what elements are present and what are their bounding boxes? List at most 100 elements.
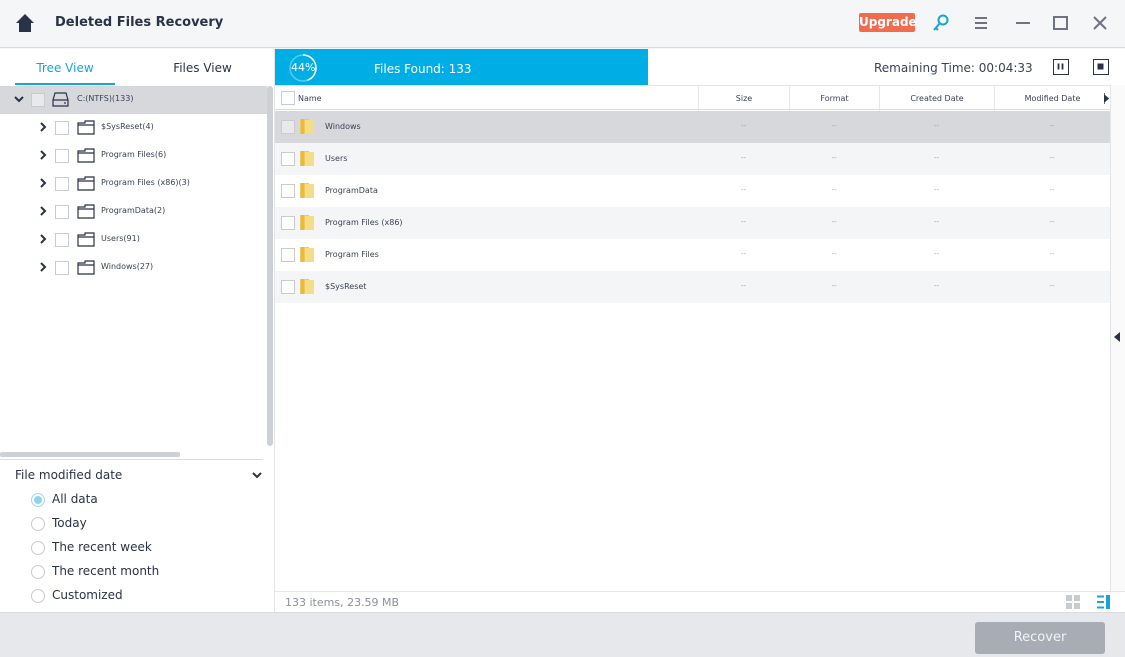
radio-button[interactable] — [31, 589, 45, 603]
radio-label: Customized — [52, 588, 123, 602]
maximize-icon[interactable] — [1051, 13, 1071, 33]
minimize-icon[interactable] — [1013, 13, 1033, 33]
column-name[interactable]: Name — [298, 86, 698, 111]
cell-size: -- — [740, 250, 747, 258]
folder-icon — [300, 119, 314, 134]
table-row[interactable]: Users -- -- -- -- — [275, 143, 1110, 175]
tab-tree-view[interactable]: Tree View — [15, 49, 115, 85]
cell-created: -- — [933, 218, 940, 226]
chevron-right-icon[interactable] — [38, 150, 48, 160]
tree-label: C:(NTFS)(133) — [77, 94, 134, 103]
radio-label: The recent week — [52, 540, 152, 554]
tree-item[interactable]: Users(91) — [0, 226, 267, 254]
folder-icon — [77, 176, 95, 191]
folder-icon — [300, 215, 314, 230]
folder-icon — [77, 204, 95, 219]
tree-checkbox[interactable] — [55, 121, 69, 135]
row-checkbox[interactable] — [281, 248, 295, 262]
row-checkbox[interactable] — [281, 120, 295, 134]
file-name: Users — [325, 154, 348, 163]
cell-size: -- — [740, 186, 747, 194]
drive-icon — [52, 92, 69, 107]
tree-checkbox[interactable] — [31, 93, 45, 107]
tree-label: Program Files (x86)(3) — [101, 178, 190, 187]
column-modified-date[interactable]: Modified Date — [994, 86, 1110, 111]
scan-progress-bar: 44% Files Found: 133 — [275, 49, 648, 85]
chevron-right-icon[interactable] — [38, 206, 48, 216]
tree-item[interactable]: Program Files(6) — [0, 142, 267, 170]
cell-format: -- — [831, 282, 837, 290]
tree-item[interactable]: ProgramData(2) — [0, 198, 267, 226]
key-icon[interactable] — [932, 13, 950, 33]
column-size[interactable]: Size — [698, 86, 789, 111]
close-icon[interactable] — [1090, 13, 1110, 33]
table-row[interactable]: Program Files -- -- -- -- — [275, 239, 1110, 271]
recover-button[interactable]: Recover — [975, 622, 1105, 654]
app-title: Deleted Files Recovery — [55, 15, 224, 30]
column-menu-icon[interactable] — [1104, 93, 1109, 104]
grid-view-icon[interactable] — [1066, 595, 1080, 609]
radio-button[interactable] — [31, 517, 45, 531]
tree-horizontal-scrollbar[interactable] — [0, 452, 180, 457]
pause-button[interactable] — [1053, 59, 1069, 75]
scan-status: Remaining Time: 00:04:33 — [648, 49, 1125, 85]
tree-checkbox[interactable] — [55, 233, 69, 247]
bottom-bar: Recover — [0, 612, 1125, 657]
tree-item[interactable]: Program Files (x86)(3) — [0, 170, 267, 198]
stop-icon — [1097, 63, 1104, 70]
select-all-checkbox[interactable] — [281, 91, 295, 105]
title-bar: Deleted Files Recovery Upgrade — [0, 0, 1125, 48]
row-checkbox[interactable] — [281, 280, 295, 294]
tab-files-view[interactable]: Files View — [150, 49, 255, 85]
row-checkbox[interactable] — [281, 184, 295, 198]
tree-checkbox[interactable] — [55, 261, 69, 275]
tree-checkbox[interactable] — [55, 177, 69, 191]
table-row[interactable]: ProgramData -- -- -- -- — [275, 175, 1110, 207]
folder-icon — [77, 260, 95, 275]
table-row[interactable]: $SysReset -- -- -- -- — [275, 271, 1110, 303]
chevron-right-icon[interactable] — [38, 234, 48, 244]
cell-created: -- — [933, 250, 940, 258]
tree-item[interactable]: $SysReset(4) — [0, 114, 267, 142]
cell-size: -- — [740, 218, 747, 226]
tree-checkbox[interactable] — [55, 205, 69, 219]
tree-item[interactable]: Windows(27) — [0, 254, 267, 282]
cell-size: -- — [740, 122, 747, 130]
chevron-down-icon[interactable] — [252, 471, 262, 479]
list-view-icon[interactable] — [1097, 595, 1111, 609]
left-panel: Tree View Files View C:(NTFS)(133) $SysR… — [0, 49, 275, 612]
home-icon[interactable] — [14, 12, 36, 34]
row-checkbox[interactable] — [281, 216, 295, 230]
folder-icon — [300, 183, 314, 198]
table-row[interactable]: Program Files (x86) -- -- -- -- — [275, 207, 1110, 239]
chevron-right-icon[interactable] — [38, 178, 48, 188]
radio-label: Today — [52, 516, 87, 530]
chevron-right-icon[interactable] — [38, 122, 48, 132]
radio-button[interactable] — [31, 565, 45, 579]
file-name: $SysReset — [325, 282, 367, 291]
tree-root[interactable]: C:(NTFS)(133) — [0, 86, 267, 114]
folder-icon — [77, 148, 95, 163]
table-row[interactable]: Windows -- -- -- -- — [275, 111, 1110, 143]
cell-format: -- — [831, 218, 837, 226]
tree-checkbox[interactable] — [55, 149, 69, 163]
radio-button[interactable] — [31, 541, 45, 555]
folder-icon — [77, 120, 95, 135]
file-name: ProgramData — [325, 186, 378, 195]
folder-icon — [300, 151, 314, 166]
stop-button[interactable] — [1093, 59, 1109, 75]
details-panel-toggle-strip[interactable] — [1110, 85, 1125, 591]
menu-icon[interactable] — [971, 13, 991, 33]
column-created-date[interactable]: Created Date — [879, 86, 994, 111]
chevron-right-icon[interactable] — [38, 262, 48, 272]
cell-created: -- — [933, 154, 940, 162]
cell-format: -- — [831, 122, 837, 130]
radio-button[interactable] — [31, 493, 45, 507]
collapse-left-icon[interactable] — [1114, 332, 1120, 342]
chevron-down-icon[interactable] — [14, 94, 24, 104]
tree-vertical-scrollbar[interactable] — [267, 86, 273, 446]
row-checkbox[interactable] — [281, 152, 295, 166]
upgrade-button[interactable]: Upgrade — [859, 13, 917, 32]
column-format[interactable]: Format — [789, 86, 879, 111]
progress-percent: 44% — [291, 61, 316, 74]
